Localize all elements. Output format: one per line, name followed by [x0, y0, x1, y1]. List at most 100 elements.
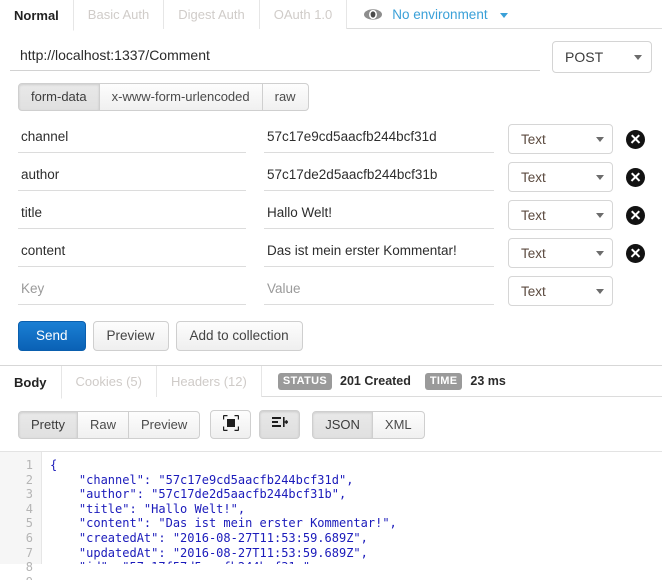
- param-value-input[interactable]: [264, 278, 494, 305]
- param-value-input[interactable]: [264, 240, 494, 267]
- http-method-value: POST: [565, 49, 603, 65]
- format-xml-label: XML: [385, 417, 412, 432]
- param-type-value: Text: [521, 132, 546, 147]
- time-badge: TIME: [425, 373, 462, 390]
- form-data-table: Text Text Text: [0, 111, 662, 310]
- tab-normal-label: Normal: [14, 8, 59, 23]
- view-mode-pretty[interactable]: Pretty: [18, 411, 78, 439]
- table-row: Text: [0, 196, 662, 234]
- status-value: 201 Created: [340, 374, 411, 388]
- line-number: 3: [0, 487, 33, 502]
- response-format-control: JSON XML: [312, 411, 424, 439]
- environment-selector[interactable]: No environment: [346, 0, 507, 28]
- response-tab-strip: Body Cookies (5) Headers (12) STATUS 201…: [0, 366, 662, 397]
- table-row: Text: [0, 158, 662, 196]
- tab-body-label: Body: [14, 375, 47, 390]
- chevron-down-icon: [634, 55, 642, 60]
- line-number: 8: [0, 560, 33, 575]
- tab-oauth-1-label: OAuth 1.0: [274, 7, 333, 22]
- param-key-input[interactable]: [18, 278, 246, 305]
- remove-param-button[interactable]: [626, 130, 645, 149]
- table-row: Text: [0, 120, 662, 158]
- param-key-input[interactable]: [18, 240, 246, 267]
- chevron-down-icon: [596, 289, 604, 294]
- line-number: 6: [0, 531, 33, 546]
- tab-oauth-1[interactable]: OAuth 1.0: [259, 0, 348, 29]
- body-type-form-data[interactable]: form-data: [18, 83, 100, 111]
- send-button[interactable]: Send: [18, 321, 86, 351]
- format-json-label: JSON: [325, 417, 360, 432]
- preview-button[interactable]: Preview: [93, 321, 169, 351]
- line-number: 7: [0, 546, 33, 561]
- view-mode-raw[interactable]: Raw: [77, 411, 129, 439]
- request-url-row: POST: [0, 29, 662, 75]
- param-type-value: Text: [521, 284, 546, 299]
- time-value: 23 ms: [470, 374, 505, 388]
- chevron-down-icon: [596, 213, 604, 218]
- wrap-lines-button[interactable]: [259, 410, 300, 439]
- line-number: 4: [0, 502, 33, 517]
- param-type-select[interactable]: Text: [508, 276, 613, 306]
- request-url-input[interactable]: [10, 43, 540, 71]
- line-number: 2: [0, 473, 33, 488]
- wrap-lines-icon: [271, 415, 289, 434]
- tab-cookies-label: Cookies (5): [76, 374, 142, 389]
- param-type-select[interactable]: Text: [508, 200, 613, 230]
- line-number-gutter: 1 2 3 4 5 6 7 8 9: [0, 452, 42, 564]
- tab-headers[interactable]: Headers (12): [156, 366, 262, 397]
- param-value-input[interactable]: [264, 202, 494, 229]
- param-type-value: Text: [521, 208, 546, 223]
- tab-digest-auth-label: Digest Auth: [178, 7, 245, 22]
- tab-cookies[interactable]: Cookies (5): [61, 366, 157, 397]
- view-mode-pretty-label: Pretty: [31, 417, 65, 432]
- body-type-raw[interactable]: raw: [262, 83, 309, 111]
- table-row-empty: Text: [0, 272, 662, 310]
- send-button-label: Send: [36, 328, 68, 343]
- body-type-urlencoded[interactable]: x-www-form-urlencoded: [99, 83, 263, 111]
- param-key-input[interactable]: [18, 164, 246, 191]
- request-actions: Send Preview Add to collection: [0, 310, 662, 351]
- param-key-input[interactable]: [18, 202, 246, 229]
- http-method-select[interactable]: POST: [552, 41, 652, 73]
- param-value-input[interactable]: [264, 164, 494, 191]
- tab-body[interactable]: Body: [0, 367, 62, 399]
- param-type-value: Text: [521, 246, 546, 261]
- line-number: 1: [0, 458, 33, 473]
- format-json[interactable]: JSON: [312, 411, 373, 439]
- fullscreen-button[interactable]: [210, 410, 251, 439]
- body-type-row: form-data x-www-form-urlencoded raw: [0, 75, 662, 111]
- param-type-value: Text: [521, 170, 546, 185]
- view-mode-raw-label: Raw: [90, 417, 116, 432]
- param-key-input[interactable]: [18, 126, 246, 153]
- param-type-select[interactable]: Text: [508, 124, 613, 154]
- chevron-down-icon[interactable]: [500, 13, 508, 18]
- rest-client-window: Normal Basic Auth Digest Auth OAuth 1.0 …: [0, 0, 662, 580]
- tab-normal[interactable]: Normal: [0, 1, 74, 31]
- tab-basic-auth[interactable]: Basic Auth: [73, 0, 164, 29]
- response-view-mode-control: Pretty Raw Preview: [18, 411, 200, 439]
- auth-tab-strip: Normal Basic Auth Digest Auth OAuth 1.0 …: [0, 0, 662, 29]
- format-xml[interactable]: XML: [372, 411, 425, 439]
- eye-icon[interactable]: [363, 8, 383, 21]
- add-to-collection-button[interactable]: Add to collection: [176, 321, 303, 351]
- tab-basic-auth-label: Basic Auth: [88, 7, 149, 22]
- chevron-down-icon: [596, 175, 604, 180]
- param-value-input[interactable]: [264, 126, 494, 153]
- param-type-select[interactable]: Text: [508, 162, 613, 192]
- fullscreen-icon: [223, 415, 239, 434]
- remove-param-button[interactable]: [626, 206, 645, 225]
- remove-param-button[interactable]: [626, 168, 645, 187]
- environment-label: No environment: [392, 7, 487, 22]
- view-mode-preview[interactable]: Preview: [128, 411, 200, 439]
- chevron-down-icon: [596, 251, 604, 256]
- body-type-raw-label: raw: [275, 89, 296, 104]
- body-type-urlencoded-label: x-www-form-urlencoded: [112, 89, 250, 104]
- preview-button-label: Preview: [107, 328, 155, 343]
- response-toolbar: Pretty Raw Preview: [0, 397, 662, 439]
- line-number: 9: [0, 575, 33, 580]
- response-body-viewer[interactable]: 1 2 3 4 5 6 7 8 9 { "channel": "57c17e9c…: [0, 451, 662, 564]
- param-type-select[interactable]: Text: [508, 238, 613, 268]
- tab-digest-auth[interactable]: Digest Auth: [163, 0, 260, 29]
- remove-param-button[interactable]: [626, 244, 645, 263]
- response-body-text: { "channel": "57c17e9cd5aacfb244bcf31d",…: [42, 452, 662, 564]
